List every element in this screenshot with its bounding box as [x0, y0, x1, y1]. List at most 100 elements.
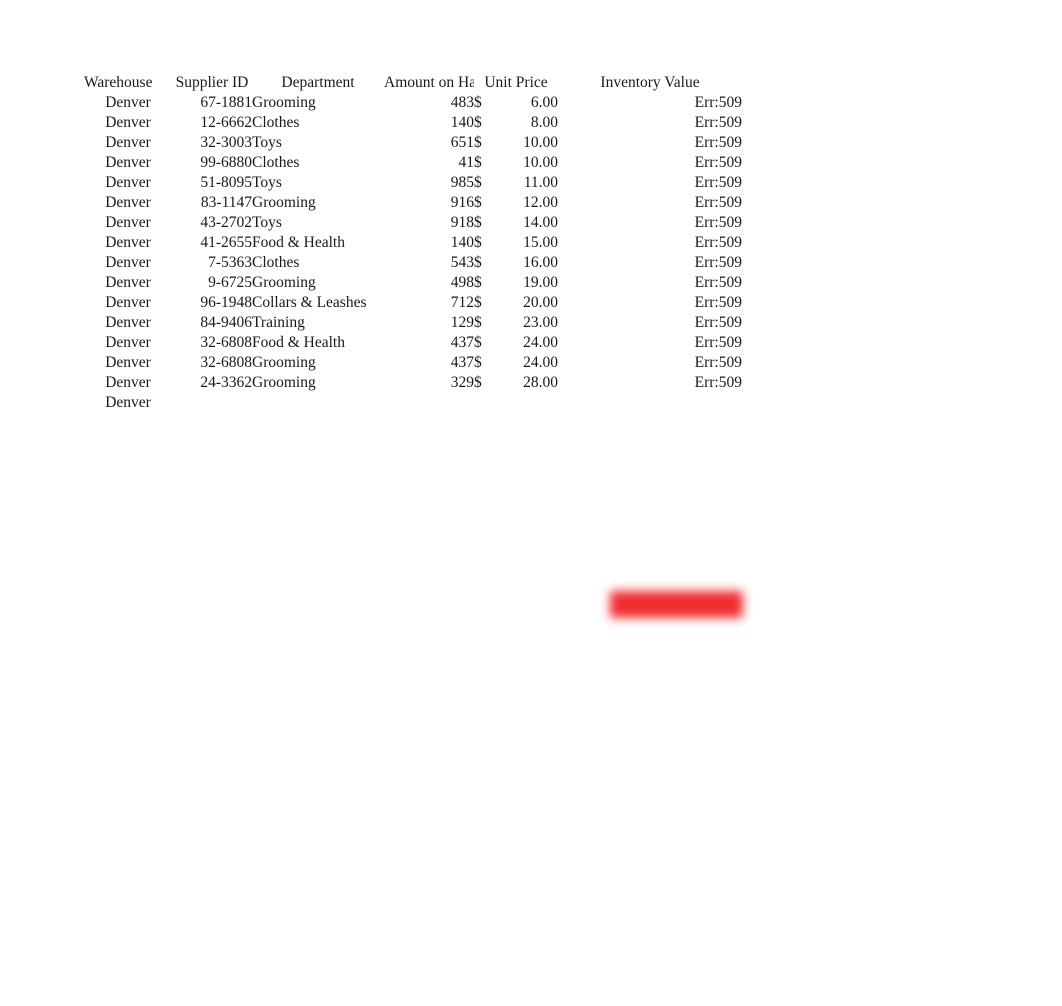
cell-unit-price[interactable] [496, 433, 558, 453]
table-row[interactable] [84, 513, 742, 533]
cell-currency[interactable] [474, 513, 496, 533]
cell-warehouse[interactable]: Denver [84, 353, 172, 373]
cell-amount-on-hand[interactable]: 985 [384, 173, 474, 193]
cell-unit-price[interactable] [496, 613, 558, 633]
cell-supplier-id[interactable] [172, 393, 252, 413]
table-row[interactable] [84, 493, 742, 513]
column-header-department[interactable]: Department [252, 72, 384, 93]
cell-amount-on-hand[interactable] [384, 413, 474, 433]
cell-currency[interactable]: $ [474, 253, 496, 273]
cell-warehouse[interactable] [84, 493, 172, 513]
cell-unit-price[interactable] [496, 493, 558, 513]
cell-amount-on-hand[interactable] [384, 513, 474, 533]
column-header-inventory-value[interactable]: Inventory Value [558, 72, 742, 93]
cell-warehouse[interactable]: Denver [84, 373, 172, 393]
cell-department[interactable]: Clothes [252, 153, 384, 173]
table-row[interactable] [84, 453, 742, 473]
cell-warehouse[interactable] [84, 613, 172, 633]
cell-warehouse[interactable]: Denver [84, 313, 172, 333]
inventory-table[interactable]: Warehouse Supplier ID Department Amount … [84, 72, 742, 633]
cell-warehouse[interactable]: Denver [84, 393, 172, 413]
cell-supplier-id[interactable] [172, 433, 252, 453]
cell-unit-price[interactable]: 11.00 [496, 173, 558, 193]
cell-amount-on-hand[interactable]: 498 [384, 273, 474, 293]
table-row[interactable]: Denver 43-2702 Toys 918 $14.00 Err:509 [84, 213, 742, 233]
cell-amount-on-hand[interactable] [384, 553, 474, 573]
cell-supplier-id[interactable]: 32-6808 [172, 353, 252, 373]
cell-department[interactable] [252, 593, 384, 613]
table-row[interactable] [84, 553, 742, 573]
column-header-unit-price[interactable]: Unit Price [474, 72, 558, 93]
cell-currency[interactable] [474, 453, 496, 473]
cell-warehouse[interactable]: Denver [84, 273, 172, 293]
cell-amount-on-hand[interactable] [384, 593, 474, 613]
cell-supplier-id[interactable]: 67-1881 [172, 93, 252, 113]
cell-unit-price[interactable]: 28.00 [496, 373, 558, 393]
cell-department[interactable] [252, 473, 384, 493]
cell-currency[interactable]: $ [474, 213, 496, 233]
table-row[interactable]: Denver 32-3003 Toys 651 $10.00 Err:509 [84, 133, 742, 153]
cell-unit-price[interactable]: 20.00 [496, 293, 558, 313]
cell-inventory-value[interactable] [558, 433, 742, 453]
cell-currency[interactable] [474, 413, 496, 433]
cell-amount-on-hand[interactable]: 712 [384, 293, 474, 313]
cell-amount-on-hand[interactable]: 483 [384, 93, 474, 113]
table-row[interactable]: Denver 32-6808 Food & Health 437 $24.00 Err:5… [84, 333, 742, 353]
cell-department[interactable] [252, 513, 384, 533]
cell-department[interactable] [252, 433, 384, 453]
cell-currency[interactable]: $ [474, 293, 496, 313]
table-row[interactable] [84, 473, 742, 493]
cell-warehouse[interactable]: Denver [84, 333, 172, 353]
cell-warehouse[interactable] [84, 473, 172, 493]
cell-inventory-value[interactable]: Err:509 [558, 333, 742, 353]
cell-currency[interactable] [474, 493, 496, 513]
cell-inventory-value[interactable] [558, 453, 742, 473]
cell-currency[interactable]: $ [474, 313, 496, 333]
cell-supplier-id[interactable]: 96-1948 [172, 293, 252, 313]
cell-amount-on-hand[interactable]: 437 [384, 333, 474, 353]
cell-department[interactable]: Grooming [252, 353, 384, 373]
cell-currency[interactable]: $ [474, 333, 496, 353]
cell-warehouse[interactable] [84, 453, 172, 473]
cell-unit-price[interactable] [496, 453, 558, 473]
cell-supplier-id[interactable] [172, 453, 252, 473]
cell-warehouse[interactable]: Denver [84, 193, 172, 213]
cell-department[interactable] [252, 493, 384, 513]
cell-warehouse[interactable] [84, 573, 172, 593]
cell-unit-price[interactable]: 12.00 [496, 193, 558, 213]
cell-department[interactable]: Toys [252, 173, 384, 193]
cell-amount-on-hand[interactable] [384, 473, 474, 493]
cell-inventory-value[interactable]: Err:509 [558, 173, 742, 193]
cell-unit-price[interactable]: 15.00 [496, 233, 558, 253]
cell-supplier-id[interactable]: 83-1147 [172, 193, 252, 213]
cell-warehouse[interactable] [84, 433, 172, 453]
cell-inventory-value[interactable]: Err:509 [558, 373, 742, 393]
cell-warehouse[interactable]: Denver [84, 173, 172, 193]
cell-department[interactable] [252, 533, 384, 553]
cell-inventory-value[interactable] [558, 493, 742, 513]
cell-inventory-value[interactable]: Err:509 [558, 293, 742, 313]
table-row[interactable]: Denver 24-3362 Grooming 329 $28.00 Err:509 [84, 373, 742, 393]
cell-inventory-value[interactable] [558, 573, 742, 593]
cell-currency[interactable]: $ [474, 173, 496, 193]
cell-amount-on-hand[interactable] [384, 493, 474, 513]
cell-inventory-value[interactable]: Err:509 [558, 113, 742, 133]
cell-department[interactable]: Grooming [252, 93, 384, 113]
cell-unit-price[interactable]: 16.00 [496, 253, 558, 273]
column-header-supplier-id[interactable]: Supplier ID [172, 72, 252, 93]
cell-unit-price[interactable]: 19.00 [496, 273, 558, 293]
cell-inventory-value[interactable]: Err:509 [558, 153, 742, 173]
cell-warehouse[interactable] [84, 513, 172, 533]
cell-department[interactable]: Food & Health [252, 333, 384, 353]
cell-unit-price[interactable] [496, 393, 558, 413]
cell-department[interactable]: Toys [252, 133, 384, 153]
table-row[interactable]: Denver 9-6725 Grooming 498 $19.00 Err:509 [84, 273, 742, 293]
cell-unit-price[interactable]: 24.00 [496, 353, 558, 373]
spreadsheet-sheet[interactable]: Warehouse Supplier ID Department Amount … [0, 0, 1062, 1006]
cell-department[interactable]: Grooming [252, 273, 384, 293]
table-row[interactable]: Denver 96-1948 Collars & Leashes 712 $20.00 E… [84, 293, 742, 313]
cell-warehouse[interactable]: Denver [84, 213, 172, 233]
cell-warehouse[interactable]: Denver [84, 93, 172, 113]
cell-supplier-id[interactable]: 9-6725 [172, 273, 252, 293]
cell-unit-price[interactable] [496, 593, 558, 613]
